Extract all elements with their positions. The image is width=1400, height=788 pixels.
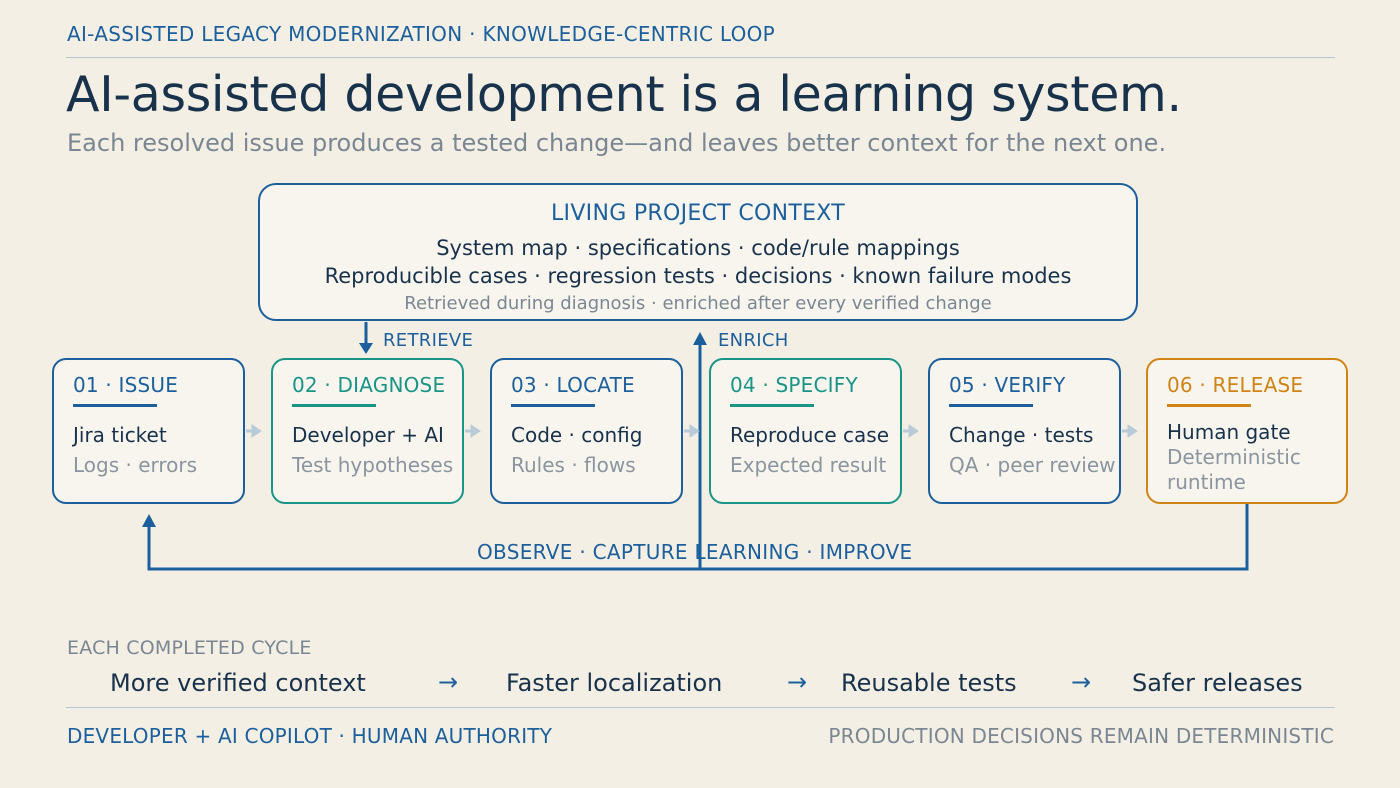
enrich-label: ENRICH <box>718 330 789 351</box>
step-issue: 01 · ISSUE Jira ticket Logs · errors <box>52 358 245 504</box>
step-underline <box>949 404 1033 407</box>
step-locate: 03 · LOCATE Code · config Rules · flows <box>490 358 683 504</box>
feedback-loop-arrowhead <box>142 514 156 527</box>
step-secondary-text: Deterministic runtime <box>1167 445 1301 494</box>
step-release: 06 · RELEASE Human gate Deterministic ru… <box>1146 358 1348 504</box>
benefit-arrow-1: → <box>438 668 459 696</box>
step-primary-text: Developer + AI <box>292 423 444 447</box>
step-connector-arrowhead-2-3 <box>470 424 481 438</box>
step-underline <box>511 404 595 407</box>
context-title: LIVING PROJECT CONTEXT <box>550 201 846 226</box>
step-number: 03 · LOCATE <box>511 373 635 397</box>
benefit-arrow-2: → <box>787 668 808 696</box>
step-connector-arrowhead-5-6 <box>1127 424 1138 438</box>
benefit-arrow-3: → <box>1071 668 1092 696</box>
context-line-1: System map · specifications · code/rule … <box>436 236 960 260</box>
step-secondary-text: Logs · errors <box>73 453 198 477</box>
context-line-2: Reproducible cases · regression tests · … <box>324 264 1072 288</box>
step-primary-text: Human gate <box>1167 420 1291 444</box>
cycle-heading: EACH COMPLETED CYCLE <box>67 637 312 659</box>
step-connector-arrowhead-1-2 <box>251 424 262 438</box>
step-secondary-text: Test hypotheses <box>292 453 454 477</box>
step-underline <box>730 404 814 407</box>
benefit-safer-releases: Safer releases <box>1132 669 1303 697</box>
footer-right: PRODUCTION DECISIONS REMAIN DETERMINISTI… <box>828 724 1334 748</box>
step-verify: 05 · VERIFY Change · tests QA · peer rev… <box>928 358 1121 504</box>
step-secondary-text: QA · peer review <box>949 453 1116 477</box>
step-underline <box>1167 404 1251 407</box>
step-primary-text: Code · config <box>511 423 643 447</box>
benefit-more-verified-context: More verified context <box>110 669 366 697</box>
step-secondary-text: Rules · flows <box>511 453 636 477</box>
step-number: 05 · VERIFY <box>949 373 1066 397</box>
retrieve-label: RETRIEVE <box>383 330 474 351</box>
bottom-divider <box>66 707 1335 708</box>
step-number: 04 · SPECIFY <box>730 373 858 397</box>
step-primary-text: Jira ticket <box>73 423 167 447</box>
step-connector-arrowhead-4-5 <box>908 424 919 438</box>
step-primary-text: Change · tests <box>949 423 1094 447</box>
enrich-arrowhead <box>693 332 707 345</box>
step-underline <box>292 404 376 407</box>
step-primary-text: Reproduce case <box>730 423 890 447</box>
footer-left: DEVELOPER + AI COPILOT · HUMAN AUTHORITY <box>67 724 553 748</box>
step-specify: 04 · SPECIFY Reproduce case Expected res… <box>709 358 902 504</box>
living-project-context-box: LIVING PROJECT CONTEXT System map · spec… <box>258 183 1138 321</box>
context-line-3: Retrieved during diagnosis · enriched af… <box>404 293 992 314</box>
step-number: 06 · RELEASE <box>1167 373 1304 397</box>
feedback-loop-label: OBSERVE · CAPTURE LEARNING · IMPROVE <box>477 540 913 564</box>
step-number: 02 · DIAGNOSE <box>292 373 446 397</box>
step-diagnose: 02 · DIAGNOSE Developer + AI Test hypoth… <box>271 358 464 504</box>
retrieve-arrowhead <box>359 343 373 354</box>
benefit-faster-localization: Faster localization <box>506 669 723 697</box>
step-number: 01 · ISSUE <box>73 373 179 397</box>
step-secondary-text: Expected result <box>730 453 887 477</box>
step-connector-arrowhead-3-4 <box>689 424 700 438</box>
benefit-reusable-tests: Reusable tests <box>841 669 1017 697</box>
step-underline <box>73 404 157 407</box>
